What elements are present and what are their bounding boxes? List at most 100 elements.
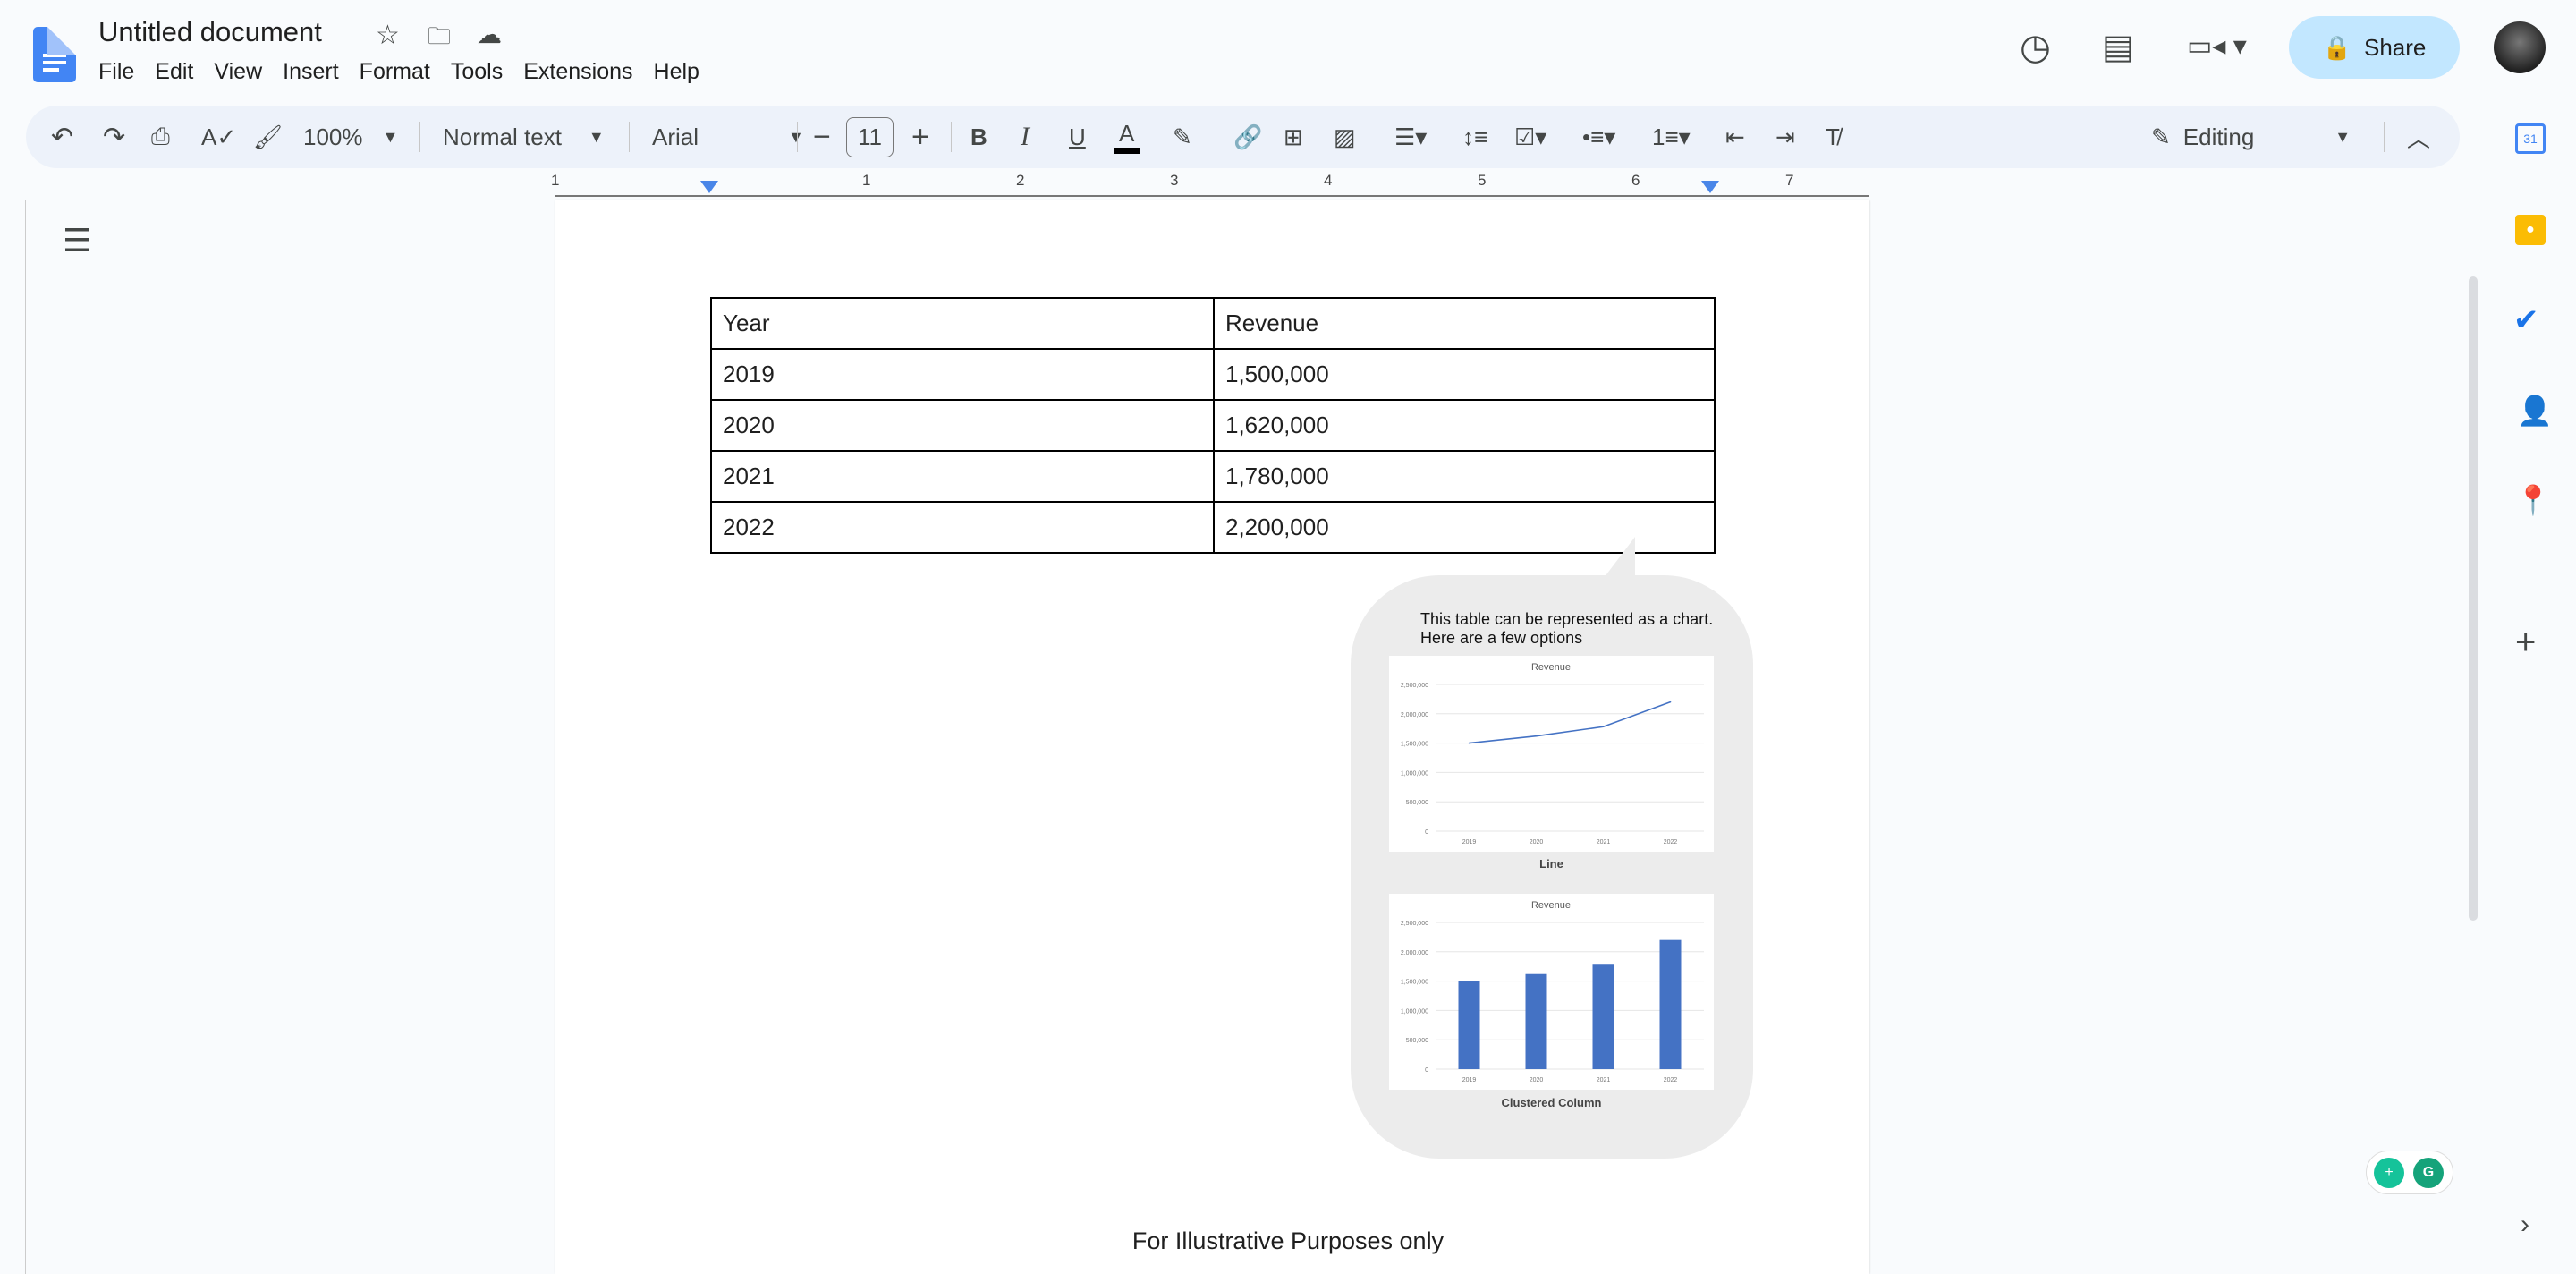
- increase-indent-icon[interactable]: ⇥: [1775, 106, 1795, 168]
- mode-value: Editing: [2182, 123, 2255, 150]
- y-tick-label: 2,000,000: [1401, 950, 1428, 956]
- style-value: Normal text: [443, 123, 562, 150]
- right-indent-marker[interactable]: [1701, 181, 1719, 193]
- underline-icon[interactable]: U: [1069, 106, 1086, 168]
- table-cell[interactable]: 1,780,000: [1213, 450, 1716, 503]
- table-cell[interactable]: 2,200,000: [1213, 501, 1716, 554]
- y-tick-label: 1,000,000: [1401, 1008, 1428, 1015]
- keep-icon[interactable]: ●: [2515, 215, 2546, 245]
- chevron-down-icon: ▼: [588, 127, 605, 146]
- y-tick-label: 0: [1425, 829, 1428, 836]
- contacts-icon[interactable]: 👤: [2517, 394, 2553, 428]
- decrease-indent-icon[interactable]: ⇤: [1725, 106, 1745, 168]
- data-point: [1602, 726, 1605, 728]
- bar: [1525, 973, 1547, 1069]
- chevron-down-icon: ▼: [788, 127, 804, 146]
- table-cell[interactable]: 1,500,000: [1213, 348, 1716, 401]
- font-size-value: 11: [846, 116, 894, 157]
- zoom-select[interactable]: 100% ▼: [303, 106, 398, 168]
- left-indent-marker[interactable]: [700, 181, 718, 193]
- bulleted-list-icon[interactable]: •≡▾: [1582, 106, 1615, 168]
- divider: [797, 122, 798, 152]
- table-cell[interactable]: 2019: [710, 348, 1215, 401]
- add-comment-icon[interactable]: ⊞: [1284, 106, 1303, 168]
- checklist-icon[interactable]: ☑▾: [1514, 106, 1546, 168]
- y-tick-label: 0: [1425, 1067, 1428, 1074]
- table-row: 2020 1,620,000: [710, 399, 1716, 452]
- x-tick-label: 2021: [1597, 1077, 1611, 1083]
- data-table[interactable]: Year Revenue 2019 1,500,000 2020 1,620,000 …: [710, 297, 1716, 554]
- ruler-label: 1: [551, 172, 560, 189]
- calendar-icon[interactable]: 31: [2515, 123, 2546, 154]
- numbered-list-icon[interactable]: 1≡▾: [1652, 106, 1690, 168]
- collapse-toolbar-icon[interactable]: ︿: [2407, 106, 2430, 168]
- table-row: 2022 2,200,000: [710, 501, 1716, 554]
- meet-icon[interactable]: ▭◂ ▾: [2187, 30, 2247, 62]
- comment-icon[interactable]: ▤: [2102, 27, 2134, 67]
- text-color-icon[interactable]: A: [1114, 106, 1140, 168]
- cloud-saved-icon[interactable]: ☁: [477, 20, 502, 49]
- table-cell[interactable]: Year: [710, 297, 1215, 350]
- lightbulb-icon: +: [2374, 1158, 2404, 1188]
- table-cell[interactable]: 2021: [710, 450, 1215, 503]
- x-tick-label: 2019: [1462, 839, 1477, 845]
- grammarly-button[interactable]: + G: [2366, 1151, 2453, 1194]
- table-cell[interactable]: 2020: [710, 399, 1215, 452]
- style-select[interactable]: Normal text ▼: [443, 106, 605, 168]
- undo-icon[interactable]: ↶: [51, 106, 73, 168]
- y-tick-label: 500,000: [1406, 800, 1428, 806]
- menu-view[interactable]: View: [214, 59, 262, 85]
- increase-font-size-button[interactable]: +: [911, 106, 929, 168]
- menu-file[interactable]: File: [98, 59, 134, 85]
- y-tick-label: 2,500,000: [1401, 921, 1428, 927]
- spellcheck-icon[interactable]: A✓: [201, 106, 236, 168]
- tasks-icon[interactable]: ✔: [2513, 302, 2539, 338]
- divider: [419, 122, 420, 152]
- star-icon[interactable]: ☆: [376, 20, 400, 51]
- expand-sidepanel-icon[interactable]: ›: [2521, 1210, 2529, 1240]
- scrollbar[interactable]: [2469, 276, 2478, 921]
- font-size-input[interactable]: 11: [846, 106, 894, 168]
- maps-icon[interactable]: 📍: [2515, 483, 2551, 517]
- menu-help[interactable]: Help: [654, 59, 699, 85]
- vertical-ruler[interactable]: [0, 200, 26, 1274]
- x-tick-label: 2022: [1664, 839, 1678, 845]
- font-select[interactable]: Arial ▼: [652, 106, 804, 168]
- font-value: Arial: [652, 123, 699, 150]
- data-point: [1468, 742, 1470, 744]
- italic-icon[interactable]: I: [1021, 106, 1030, 168]
- menu-extensions[interactable]: Extensions: [523, 59, 632, 85]
- menu-insert[interactable]: Insert: [283, 59, 339, 85]
- history-icon[interactable]: ◷: [2020, 27, 2051, 68]
- table-cell[interactable]: Revenue: [1213, 297, 1716, 350]
- redo-icon[interactable]: ↷: [103, 106, 125, 168]
- clear-formatting-icon[interactable]: T̸: [1826, 106, 1840, 168]
- line-chart-caption: Line: [1539, 857, 1563, 871]
- menu-tools[interactable]: Tools: [451, 59, 503, 85]
- line-spacing-icon[interactable]: ↕≡: [1462, 106, 1487, 168]
- table-cell[interactable]: 1,620,000: [1213, 399, 1716, 452]
- menu-format[interactable]: Format: [360, 59, 430, 85]
- move-folder-icon[interactable]: 🗀: [428, 20, 451, 59]
- align-icon[interactable]: ☰▾: [1394, 106, 1427, 168]
- bar: [1458, 981, 1480, 1069]
- document-title[interactable]: Untitled document: [98, 16, 322, 48]
- add-icon[interactable]: +: [2515, 623, 2536, 663]
- link-icon[interactable]: 🔗: [1233, 106, 1262, 168]
- horizontal-ruler[interactable]: 1 1 2 3 4 5 6 7: [551, 172, 1869, 197]
- paint-format-icon[interactable]: 🖌: [253, 106, 283, 168]
- print-icon[interactable]: ⎙: [151, 106, 170, 168]
- avatar[interactable]: [2494, 21, 2546, 73]
- chevron-down-icon: ▼: [2334, 127, 2351, 146]
- menu-edit[interactable]: Edit: [155, 59, 193, 85]
- outline-icon[interactable]: ☰: [63, 222, 91, 259]
- editing-mode-select[interactable]: ✎ Editing ▼: [2151, 106, 2351, 168]
- insert-image-icon[interactable]: ▨: [1334, 106, 1356, 168]
- docs-logo[interactable]: [33, 27, 76, 82]
- decrease-font-size-button[interactable]: −: [813, 106, 831, 168]
- ruler-label: 7: [1785, 172, 1794, 189]
- share-button[interactable]: 🔒 Share: [2289, 16, 2460, 79]
- table-cell[interactable]: 2022: [710, 501, 1215, 554]
- highlight-icon[interactable]: ✎: [1173, 106, 1192, 168]
- bold-icon[interactable]: B: [970, 106, 987, 168]
